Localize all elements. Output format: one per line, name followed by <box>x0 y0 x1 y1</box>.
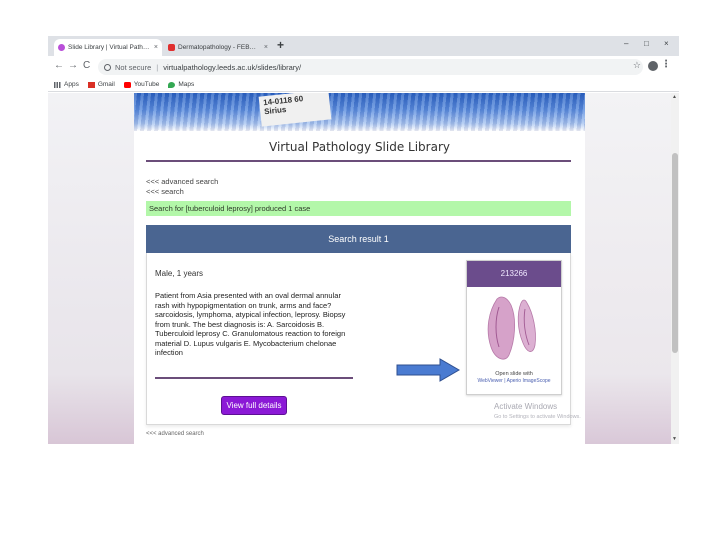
thumbnail-caption: Open slide with <box>495 371 533 377</box>
bookmark-apps[interactable]: Apps <box>54 81 79 88</box>
tab-strip: Slide Library | Virtual Pathology ... × … <box>48 36 679 56</box>
maps-icon <box>168 81 176 88</box>
search-result-header: Search result 1 <box>146 225 571 253</box>
content-sheet: 14-0118 60 Sirius Virtual Pathology Slid… <box>134 93 585 444</box>
slide-thumbnail[interactable]: 213266 Open slide with WebViewer | Aperi… <box>466 260 562 395</box>
gmail-icon <box>87 81 95 88</box>
view-full-details-button[interactable]: View full details <box>221 396 287 415</box>
bookmarks-bar: Apps Gmail YouTube Maps <box>48 78 679 92</box>
apps-grid-icon <box>54 81 61 88</box>
youtube-favicon-icon <box>168 44 175 51</box>
tab-title: Dermatopathology - FEBOSY - I ... <box>178 44 261 51</box>
banner-slides-image <box>134 93 585 131</box>
scroll-down-icon[interactable]: ▼ <box>672 436 677 442</box>
reload-icon[interactable]: C <box>83 60 90 71</box>
vertical-scrollbar[interactable]: ▲ ▼ <box>671 93 679 444</box>
security-label: Not secure <box>115 62 152 72</box>
browser-toolbar: ← → C Not secure | virtualpathology.leed… <box>48 56 679 78</box>
address-separator: | <box>156 62 159 72</box>
address-bar[interactable]: Not secure | virtualpathology.leeds.ac.u… <box>98 59 643 75</box>
minimize-icon[interactable]: – <box>624 39 628 48</box>
browser-window: Slide Library | Virtual Pathology ... × … <box>48 36 679 444</box>
page-background-left <box>48 93 134 444</box>
bookmark-label: Gmail <box>97 81 115 88</box>
scroll-thumb[interactable] <box>672 153 678 353</box>
title-divider <box>146 160 571 162</box>
restore-icon[interactable]: □ <box>644 39 649 48</box>
profile-avatar-icon[interactable] <box>648 61 658 71</box>
browser-menu-icon[interactable]: ⋮ <box>661 59 671 70</box>
youtube-icon <box>123 81 131 88</box>
advanced-search-link[interactable]: <<< advanced search <box>146 177 218 186</box>
slide-id: 213266 <box>467 261 561 287</box>
info-icon[interactable] <box>104 63 111 71</box>
search-link[interactable]: <<< search <box>146 187 184 196</box>
tab-dermatopathology[interactable]: Dermatopathology - FEBOSY - I ... × <box>164 39 272 56</box>
bookmark-gmail[interactable]: Gmail <box>87 81 115 88</box>
tab-close-icon[interactable]: × <box>154 44 158 51</box>
forward-arrow-icon[interactable]: → <box>68 60 78 71</box>
page-background-right <box>585 93 671 444</box>
scroll-up-icon[interactable]: ▲ <box>672 94 677 100</box>
slide-library-favicon-icon <box>58 44 65 51</box>
bottom-advanced-search-link[interactable]: <<< advanced search <box>146 431 204 437</box>
bookmark-maps[interactable]: Maps <box>168 81 194 88</box>
tab-title: Slide Library | Virtual Pathology ... <box>68 44 151 51</box>
bookmark-label: YouTube <box>133 81 160 88</box>
close-window-icon[interactable]: × <box>664 39 669 48</box>
url-text: virtualpathology.leeds.ac.uk/slides/libr… <box>163 62 302 72</box>
header-banner: 14-0118 60 Sirius <box>134 93 585 131</box>
case-divider <box>155 377 353 379</box>
page-viewport: ▲ ▼ 14-0118 60 Sirius Virtual Pathology … <box>48 93 679 444</box>
right-arrow-icon <box>396 358 460 382</box>
new-tab-button[interactable]: + <box>277 38 284 52</box>
tab-close-icon[interactable]: × <box>264 44 268 51</box>
activate-windows-subtitle: Go to Settings to activate Windows. <box>494 414 581 420</box>
bookmark-youtube[interactable]: YouTube <box>123 81 160 88</box>
bookmark-star-icon[interactable]: ☆ <box>633 60 641 71</box>
tissue-slide-image <box>471 289 557 369</box>
case-heading: Male, 1 years <box>155 269 204 278</box>
viewer-links[interactable]: WebViewer | Aperio ImageScope <box>467 378 561 384</box>
bookmark-label: Apps <box>64 81 79 88</box>
bookmark-label: Maps <box>178 81 195 88</box>
case-description: Patient from Asia presented with an oval… <box>155 291 346 357</box>
page-title: Virtual Pathology Slide Library <box>269 140 450 154</box>
search-result-info: Search for [tuberculoid leprosy] produce… <box>146 201 571 216</box>
back-arrow-icon[interactable]: ← <box>54 60 64 71</box>
tab-slide-library[interactable]: Slide Library | Virtual Pathology ... × <box>54 39 162 56</box>
activate-windows-title: Activate Windows <box>494 402 558 411</box>
